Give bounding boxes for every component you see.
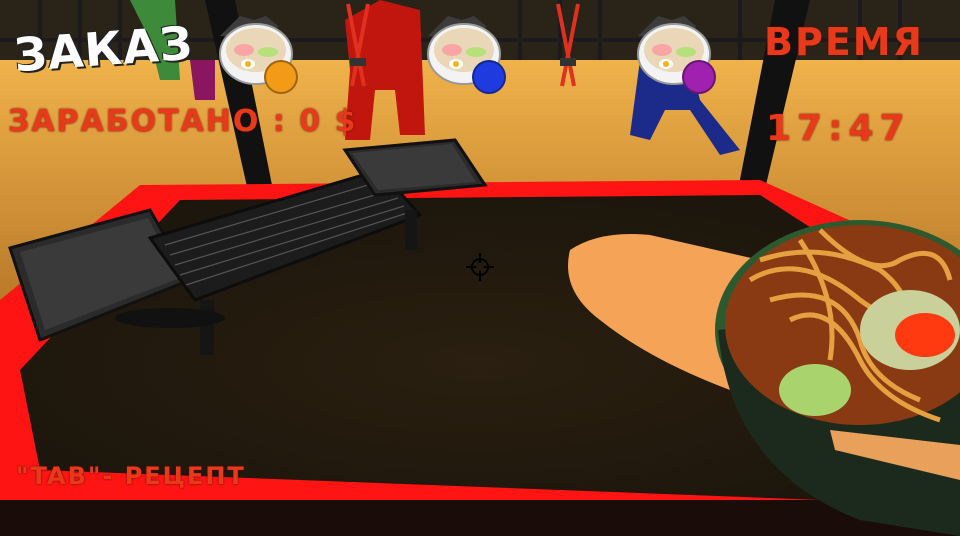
- order-slot-1: [218, 6, 298, 94]
- earned-counter: ЗАРАБОТАНО : 0 $: [8, 104, 358, 139]
- order-color-dot: [264, 60, 298, 94]
- order-color-dot: [682, 60, 716, 94]
- recipe-hint: "TAB"- РЕЦЕПТ: [16, 462, 246, 490]
- order-slot-3: [636, 6, 716, 94]
- order-slot-2: [426, 6, 506, 94]
- order-color-dot: [472, 60, 506, 94]
- chopsticks-icon: [556, 3, 580, 87]
- crosshair-icon: [466, 253, 494, 281]
- chopsticks-icon: [346, 3, 370, 87]
- time-label: ВРЕМЯ: [764, 20, 924, 64]
- time-value: 17:47: [766, 108, 911, 149]
